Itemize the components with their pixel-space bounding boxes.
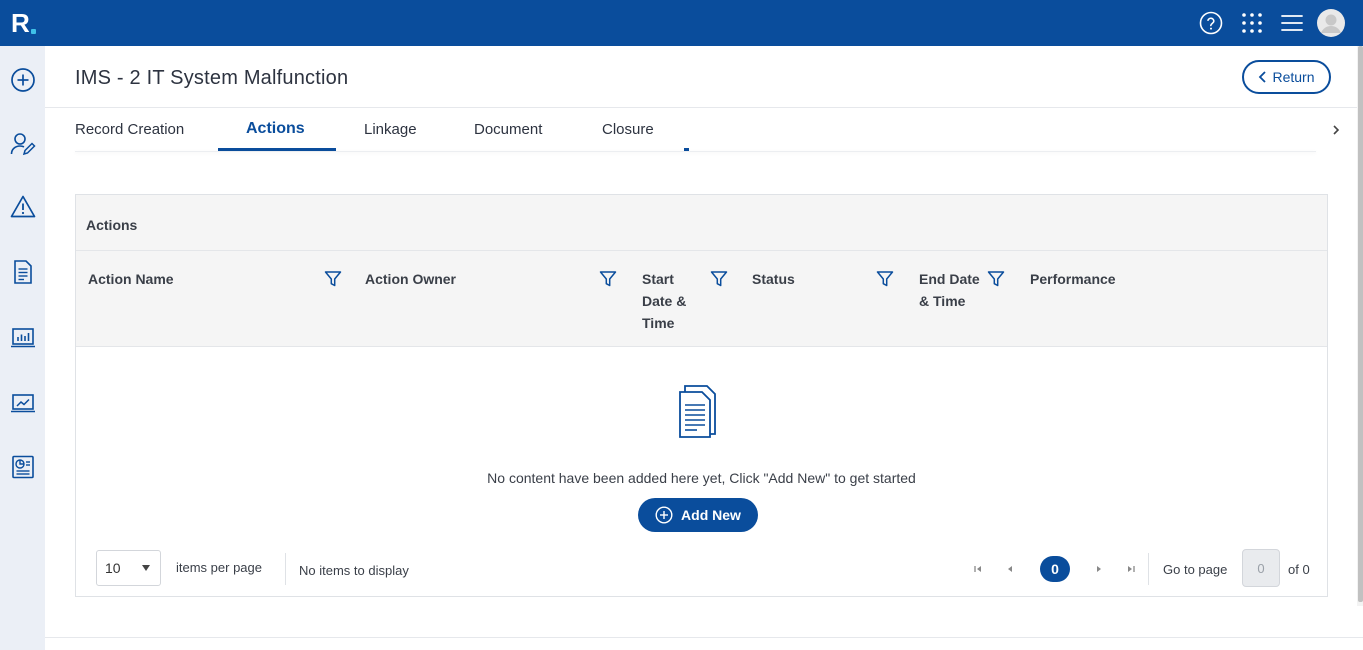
page-size-select[interactable]: 10 xyxy=(96,550,161,586)
actions-panel: Actions Action Name Action Owner Start D… xyxy=(75,194,1328,597)
page-count-label: of 0 xyxy=(1288,562,1310,577)
user-edit-icon[interactable] xyxy=(10,131,36,157)
column-action-name[interactable]: Action Name xyxy=(88,268,268,290)
column-start-date-time[interactable]: Start Date & Time xyxy=(642,268,700,334)
main-content: IMS - 2 IT System Malfunction Return Rec… xyxy=(45,46,1363,650)
add-new-button[interactable]: Add New xyxy=(638,498,758,532)
report-icon[interactable] xyxy=(10,454,36,480)
column-end-date-time[interactable]: End Date & Time xyxy=(919,268,991,312)
items-per-page-label: items per page xyxy=(176,560,262,575)
apps-grid-icon[interactable] xyxy=(1240,11,1264,35)
dropdown-caret-icon xyxy=(142,565,150,571)
pager-divider xyxy=(285,553,286,585)
grid-header: Action Name Action Owner Start Date & Ti… xyxy=(76,251,1327,347)
filter-icon[interactable] xyxy=(876,270,894,288)
warning-icon[interactable] xyxy=(10,194,36,220)
column-action-owner[interactable]: Action Owner xyxy=(365,268,545,290)
footer-divider xyxy=(45,637,1363,638)
next-page-icon[interactable] xyxy=(1093,563,1105,575)
tab-document[interactable]: Document xyxy=(474,121,542,138)
left-sidebar xyxy=(0,46,45,650)
column-status[interactable]: Status xyxy=(752,268,872,290)
tabs-divider xyxy=(75,151,1316,152)
last-page-icon[interactable] xyxy=(1125,563,1137,575)
previous-page-icon[interactable] xyxy=(1004,563,1016,575)
chevron-left-icon xyxy=(1259,71,1267,83)
empty-message: No content have been added here yet, Cli… xyxy=(487,470,916,486)
go-to-page-input[interactable]: 0 xyxy=(1242,549,1280,587)
empty-documents-icon xyxy=(679,385,716,438)
add-new-label: Add New xyxy=(681,507,741,523)
help-icon[interactable] xyxy=(1199,11,1223,35)
panel-title: Actions xyxy=(86,217,138,233)
current-page-indicator[interactable]: 0 xyxy=(1040,556,1070,582)
tab-actions[interactable]: Actions xyxy=(246,120,305,138)
column-performance[interactable]: Performance xyxy=(1030,268,1150,290)
logo-text: R xyxy=(11,8,30,38)
scrollbar-thumb[interactable] xyxy=(1358,46,1363,602)
tab-linkage[interactable]: Linkage xyxy=(364,121,417,138)
panel-header: Actions xyxy=(76,195,1327,251)
trend-chart-icon[interactable] xyxy=(10,390,36,416)
page-size-value: 10 xyxy=(105,560,121,576)
add-circle-icon[interactable] xyxy=(10,67,36,93)
go-to-page-label: Go to page xyxy=(1163,562,1228,577)
page-title: IMS - 2 IT System Malfunction xyxy=(75,67,349,89)
tab-record-creation[interactable]: Record Creation xyxy=(75,121,184,138)
tabs-scroll-right-icon[interactable] xyxy=(1329,123,1343,137)
tab-closure[interactable]: Closure xyxy=(602,121,654,138)
logo-dot xyxy=(31,29,36,34)
dashboard-chart-icon[interactable] xyxy=(10,325,36,351)
filter-icon[interactable] xyxy=(324,270,342,288)
user-avatar[interactable] xyxy=(1317,9,1345,37)
filter-icon[interactable] xyxy=(710,270,728,288)
app-logo[interactable]: R xyxy=(11,8,36,38)
first-page-icon[interactable] xyxy=(972,563,984,575)
return-label: Return xyxy=(1272,69,1315,85)
filter-icon[interactable] xyxy=(987,270,1005,288)
document-icon[interactable] xyxy=(10,259,36,285)
no-items-label: No items to display xyxy=(299,563,409,578)
title-divider xyxy=(45,107,1363,108)
top-bar: R xyxy=(0,0,1363,46)
menu-icon[interactable] xyxy=(1280,11,1304,35)
filter-icon[interactable] xyxy=(599,270,617,288)
return-button[interactable]: Return xyxy=(1242,60,1331,94)
plus-circle-icon xyxy=(655,506,673,524)
pager-divider xyxy=(1148,553,1149,585)
